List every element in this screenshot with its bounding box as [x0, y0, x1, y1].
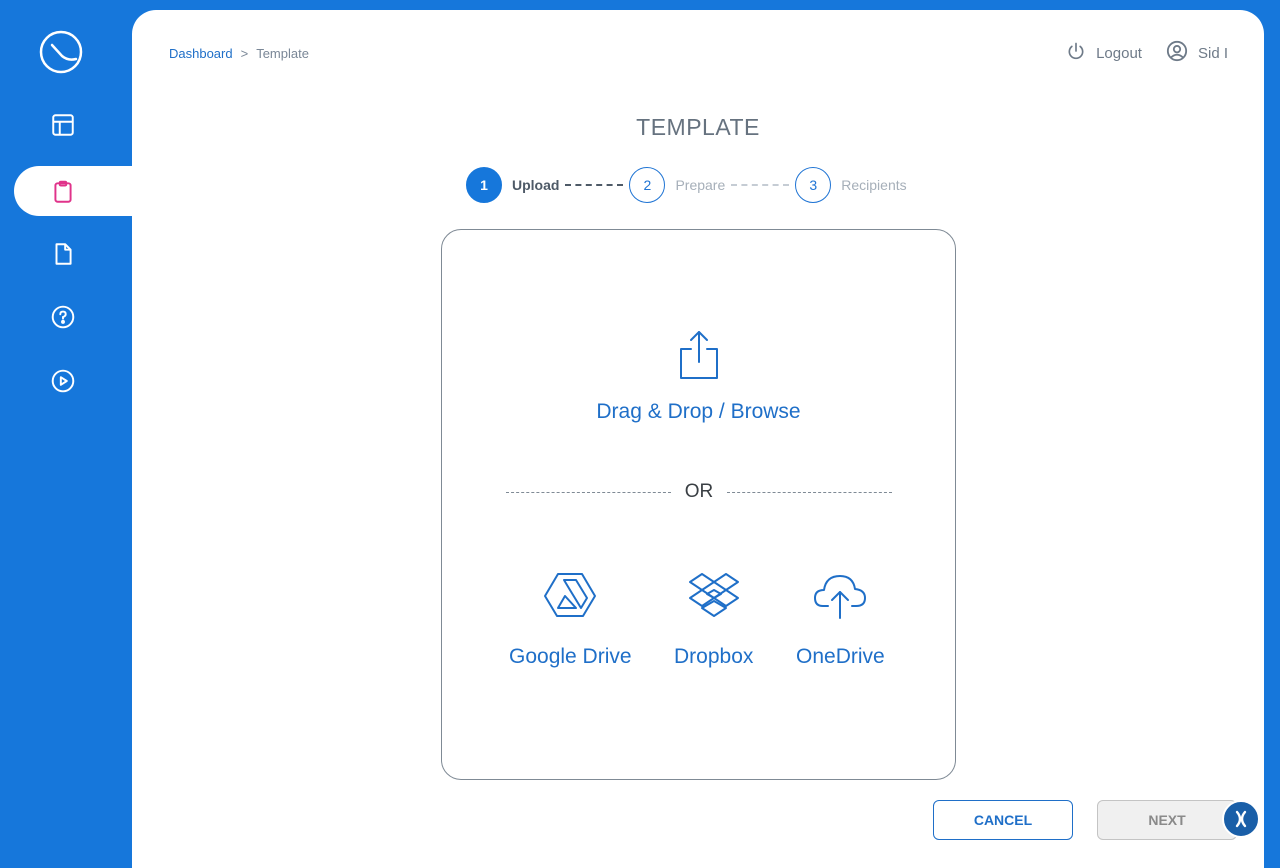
upload-icon[interactable] — [678, 329, 720, 386]
page-title: TEMPLATE — [636, 114, 760, 140]
dropbox-button[interactable]: Dropbox — [674, 570, 753, 669]
support-chat-icon[interactable] — [1222, 800, 1260, 838]
step-3-label: Recipients — [841, 177, 907, 193]
main-panel: Dashboard > Template Logout Sid I TEMPLA… — [132, 10, 1264, 868]
step-connector — [731, 184, 790, 186]
google-drive-icon — [543, 570, 597, 625]
logout-label: Logout — [1096, 44, 1142, 62]
power-icon — [1066, 41, 1086, 65]
user-name: Sid I — [1197, 44, 1228, 62]
breadcrumb-current: Template — [256, 46, 309, 61]
header-actions: Logout Sid I — [1066, 40, 1228, 66]
breadcrumb-dashboard-link[interactable]: Dashboard — [169, 46, 233, 61]
dropbox-icon — [687, 570, 741, 625]
breadcrumb-separator: > — [240, 46, 249, 61]
brand-logo-icon[interactable] — [38, 29, 84, 75]
step-3-circle: 3 — [795, 167, 832, 203]
user-menu[interactable]: Sid I — [1166, 40, 1228, 66]
sidebar-item-documents[interactable] — [42, 235, 84, 277]
step-1-circle: 1 — [466, 167, 502, 203]
play-circle-icon — [50, 368, 76, 399]
user-avatar-icon — [1166, 40, 1188, 66]
next-button[interactable]: NEXT — [1097, 800, 1237, 840]
sidebar — [0, 0, 154, 868]
sidebar-item-help[interactable] — [42, 298, 84, 340]
document-icon — [50, 241, 76, 272]
stepper: 1 Upload 2 Prepare 3 Recipients — [466, 167, 907, 203]
dropbox-label: Dropbox — [674, 645, 754, 668]
onedrive-button[interactable]: OneDrive — [796, 570, 885, 669]
google-drive-button[interactable]: Google Drive — [509, 570, 632, 669]
divider-line — [727, 491, 892, 493]
cancel-button[interactable]: CANCEL — [933, 800, 1073, 840]
sidebar-item-dashboard[interactable] — [42, 106, 84, 148]
drag-drop-browse-link[interactable]: Drag & Drop / Browse — [442, 400, 955, 424]
help-circle-icon — [50, 304, 76, 335]
or-divider: OR — [506, 481, 892, 503]
sidebar-item-tutorials[interactable] — [42, 362, 84, 404]
step-1-label: Upload — [512, 177, 560, 193]
google-drive-label: Google Drive — [509, 645, 632, 668]
clipboard-icon — [50, 179, 76, 210]
upload-dropzone[interactable]: Drag & Drop / Browse OR Google Drive Dro… — [441, 229, 956, 780]
or-label: OR — [684, 481, 714, 502]
onedrive-label: OneDrive — [796, 645, 885, 668]
step-2-label: Prepare — [675, 177, 726, 193]
breadcrumb: Dashboard > Template — [169, 46, 309, 61]
step-2-circle: 2 — [629, 167, 666, 203]
onedrive-cloud-icon — [813, 570, 867, 625]
divider-line — [506, 491, 671, 493]
logout-button[interactable]: Logout — [1066, 41, 1142, 65]
dashboard-layout-icon — [50, 112, 76, 143]
step-connector — [565, 184, 624, 186]
